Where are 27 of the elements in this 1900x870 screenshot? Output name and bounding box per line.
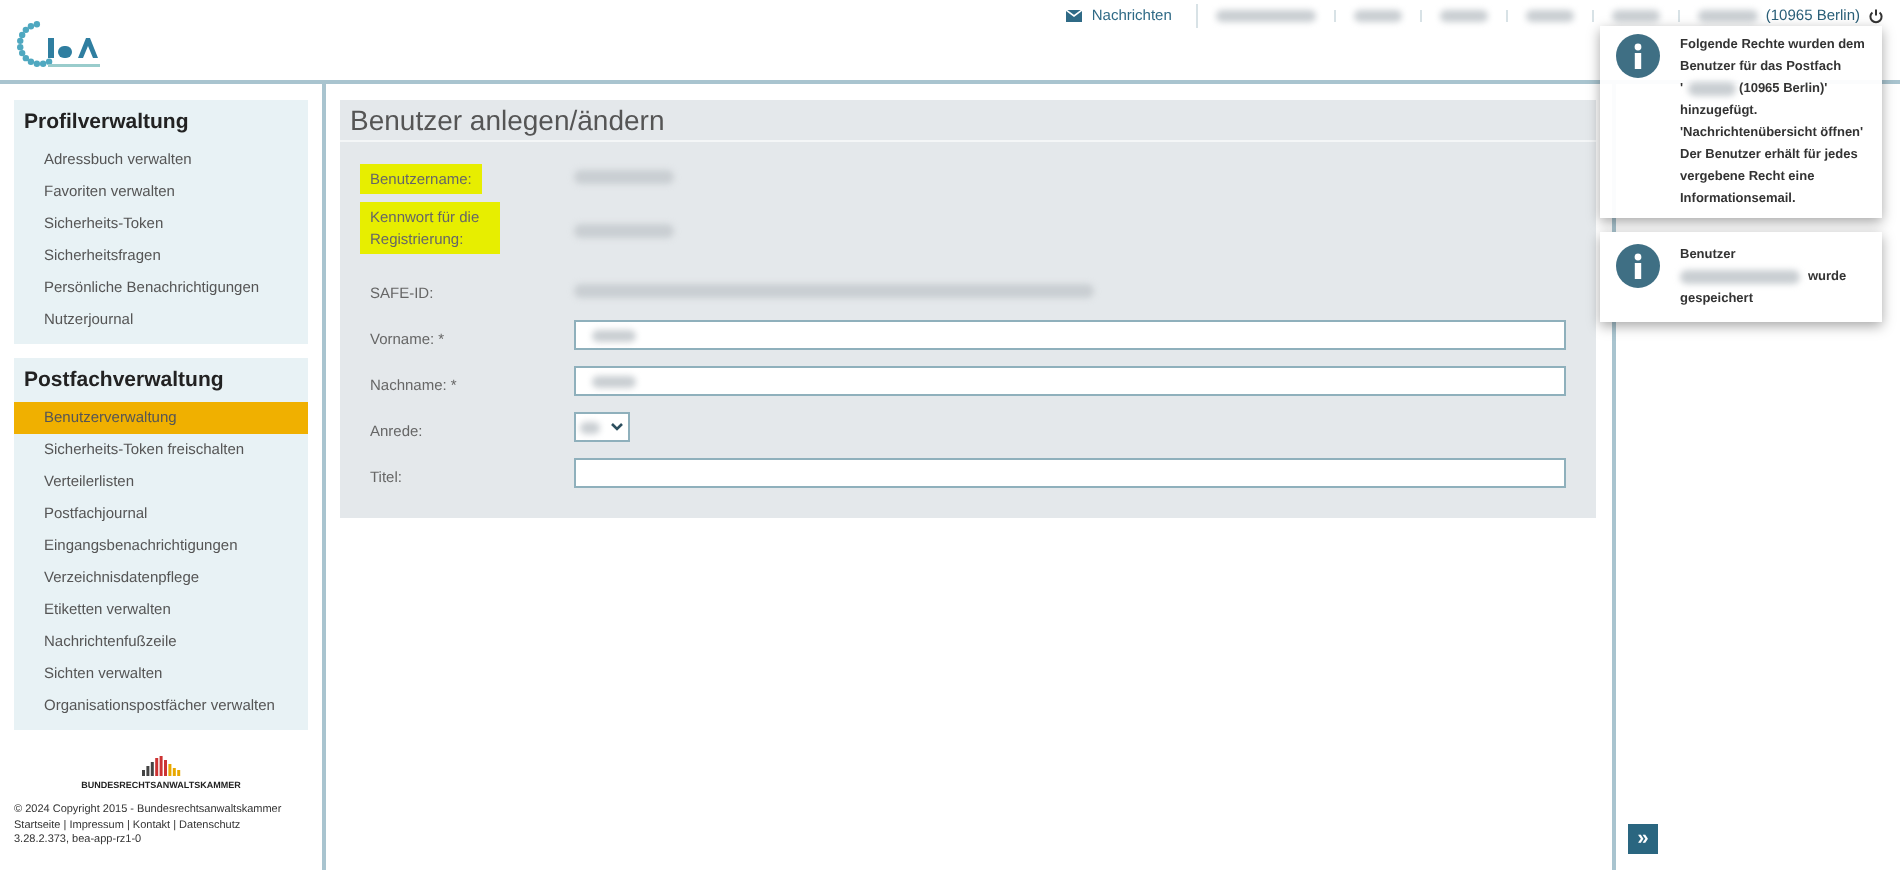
- power-icon[interactable]: [1868, 8, 1884, 24]
- redacted-text: [1687, 82, 1736, 96]
- input-field[interactable]: [574, 366, 1566, 396]
- chamber-logo-icon: [141, 755, 181, 775]
- redacted-text: [1439, 10, 1488, 22]
- redacted-text: [592, 375, 636, 387]
- info-icon: [1616, 34, 1660, 78]
- redacted-text: [592, 329, 636, 341]
- redacted-text: [574, 169, 674, 183]
- chevron-down-icon: [610, 422, 624, 432]
- expand-panel-button[interactable]: »: [1628, 824, 1658, 854]
- section-title: Profilverwaltung: [22, 108, 191, 138]
- envelope-icon: [1065, 10, 1082, 22]
- redacted-text: [1697, 10, 1758, 22]
- select-field[interactable]: [574, 412, 630, 442]
- section-title: Postfachverwaltung: [22, 365, 226, 396]
- input-field[interactable]: [574, 458, 1566, 488]
- redacted-text: [1680, 270, 1800, 284]
- page-title: Benutzer anlegen/ändern: [340, 100, 1596, 142]
- redacted-text: [574, 223, 674, 237]
- redacted-text: [580, 421, 600, 433]
- redacted-text: [1215, 10, 1316, 22]
- redacted-text: [1353, 10, 1402, 22]
- info-icon: [1616, 244, 1660, 288]
- redacted-text: [1525, 10, 1574, 22]
- input-field[interactable]: [574, 320, 1566, 350]
- redacted-text: [1611, 10, 1660, 22]
